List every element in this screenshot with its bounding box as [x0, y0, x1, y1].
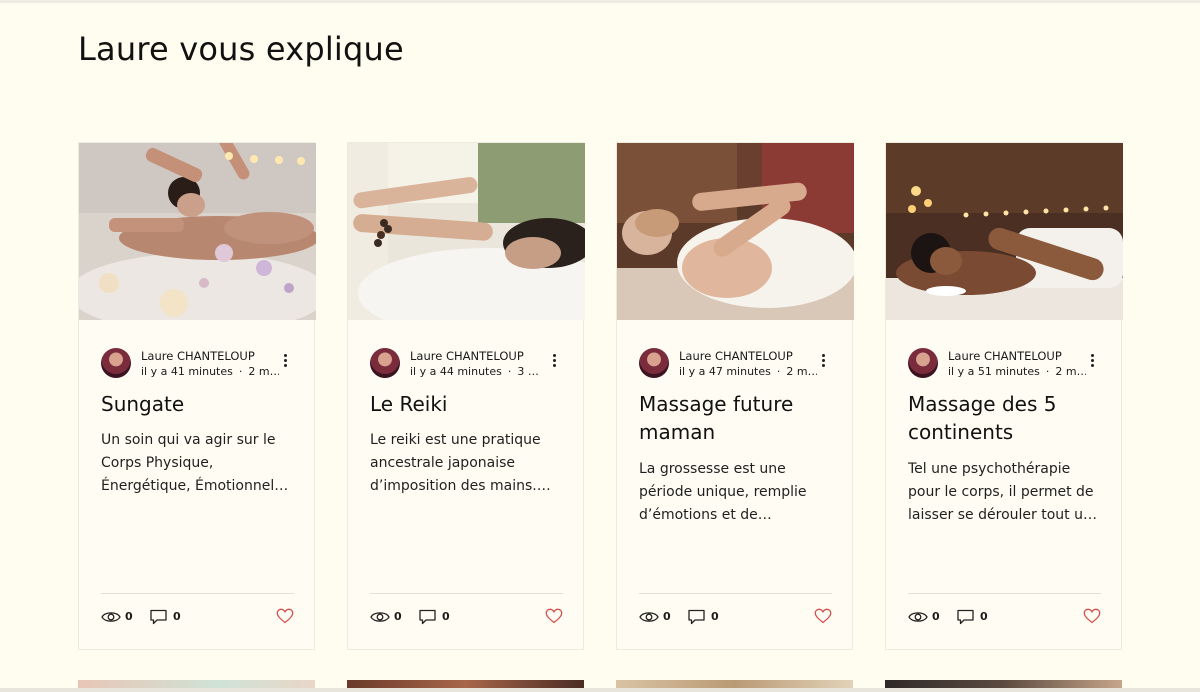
- post-meta: Laure CHANTELOUP il y a 44 minutes · 3 …: [370, 348, 565, 380]
- post-stats: 0 0: [908, 608, 1101, 628]
- comment-icon: [150, 609, 167, 625]
- read-time: 3 …: [517, 365, 539, 378]
- post-time-info: il y a 44 minutes · 3 …: [410, 365, 548, 378]
- post-card-massage-future-maman[interactable]: Laure CHANTELOUP il y a 47 minutes · 2 m… …: [616, 142, 854, 650]
- read-time: 2 m…: [248, 365, 279, 378]
- post-time-info: il y a 51 minutes · 2 m…: [948, 365, 1086, 378]
- divider: [639, 593, 832, 594]
- author-name[interactable]: Laure CHANTELOUP: [948, 349, 1062, 363]
- eye-icon: [370, 612, 390, 622]
- post-card-reiki[interactable]: Laure CHANTELOUP il y a 44 minutes · 3 … L…: [347, 142, 585, 650]
- post-title[interactable]: Massage future maman: [639, 390, 839, 446]
- author-name[interactable]: Laure CHANTELOUP: [410, 349, 524, 363]
- author-avatar[interactable]: [639, 348, 669, 378]
- post-time: il y a 47 minutes: [679, 365, 771, 378]
- author-avatar[interactable]: [101, 348, 131, 378]
- post-time: il y a 44 minutes: [410, 365, 502, 378]
- post-time-info: il y a 47 minutes · 2 m…: [679, 365, 817, 378]
- post-excerpt[interactable]: Tel une psychothérapie pour le corps, il…: [908, 458, 1106, 527]
- comment-icon: [419, 609, 436, 625]
- divider: [908, 593, 1101, 594]
- comment-icon: [688, 609, 705, 625]
- post-excerpt[interactable]: Le reiki est une pratique ancestrale jap…: [370, 429, 568, 498]
- read-time: 2 m…: [1055, 365, 1086, 378]
- separator-dot: ·: [1045, 365, 1050, 378]
- author-avatar[interactable]: [908, 348, 938, 378]
- read-time: 2 m…: [786, 365, 817, 378]
- post-title[interactable]: Massage des 5 continents: [908, 390, 1108, 446]
- post-card-sungate[interactable]: Laure CHANTELOUP il y a 41 minutes · 2 m… …: [78, 142, 316, 650]
- separator-dot: ·: [776, 365, 781, 378]
- heart-icon[interactable]: [1083, 608, 1101, 624]
- post-image-pregnancy-massage[interactable]: [617, 143, 854, 320]
- top-border: [0, 0, 1200, 3]
- more-vertical-icon[interactable]: [817, 352, 829, 372]
- post-excerpt[interactable]: Un soin qui va agir sur le Corps Physiqu…: [101, 429, 299, 498]
- more-vertical-icon[interactable]: [1086, 352, 1098, 372]
- post-meta: Laure CHANTELOUP il y a 47 minutes · 2 m…: [639, 348, 834, 380]
- more-vertical-icon[interactable]: [279, 352, 291, 372]
- eye-icon: [639, 612, 659, 622]
- post-meta: Laure CHANTELOUP il y a 51 minutes · 2 m…: [908, 348, 1103, 380]
- post-time: il y a 51 minutes: [948, 365, 1040, 378]
- post-time: il y a 41 minutes: [141, 365, 233, 378]
- divider: [101, 593, 294, 594]
- post-excerpt[interactable]: La grossesse est une période unique, rem…: [639, 458, 837, 527]
- eye-icon: [908, 612, 928, 622]
- author-name[interactable]: Laure CHANTELOUP: [679, 349, 793, 363]
- divider: [370, 593, 563, 594]
- separator-dot: ·: [507, 365, 512, 378]
- post-meta: Laure CHANTELOUP il y a 41 minutes · 2 m…: [101, 348, 296, 380]
- author-name[interactable]: Laure CHANTELOUP: [141, 349, 255, 363]
- author-avatar[interactable]: [370, 348, 400, 378]
- post-image-massage-crystals[interactable]: [79, 143, 316, 320]
- separator-dot: ·: [238, 365, 243, 378]
- heart-icon[interactable]: [814, 608, 832, 624]
- post-time-info: il y a 41 minutes · 2 m…: [141, 365, 279, 378]
- eye-icon: [101, 612, 121, 622]
- heart-icon[interactable]: [276, 608, 294, 624]
- post-card-massage-5-continents[interactable]: Laure CHANTELOUP il y a 51 minutes · 2 m… …: [885, 142, 1123, 650]
- post-image-relaxing-client[interactable]: [886, 143, 1123, 320]
- more-vertical-icon[interactable]: [548, 352, 560, 372]
- heart-icon[interactable]: [545, 608, 563, 624]
- section-title: Laure vous explique: [78, 30, 404, 68]
- post-stats: 0 0: [370, 608, 563, 628]
- post-image-reiki[interactable]: [348, 143, 585, 320]
- post-stats: 0 0: [639, 608, 832, 628]
- bottom-scroll-edge: [0, 688, 1200, 692]
- post-stats: 0 0: [101, 608, 294, 628]
- comment-icon: [957, 609, 974, 625]
- post-title[interactable]: Sungate: [101, 390, 301, 418]
- post-title[interactable]: Le Reiki: [370, 390, 570, 418]
